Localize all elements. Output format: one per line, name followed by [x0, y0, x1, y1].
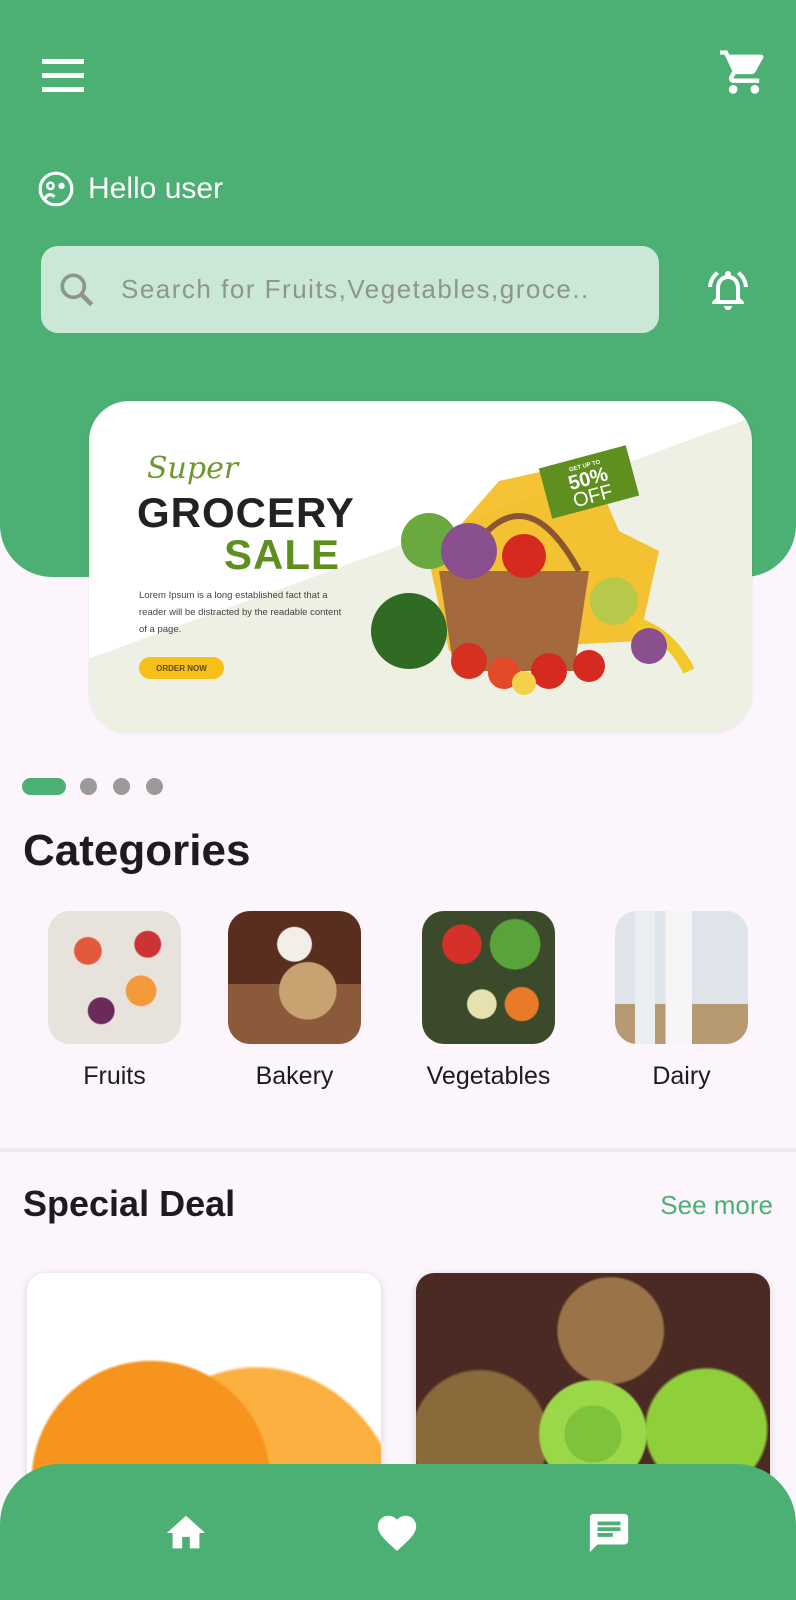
category-label: Dairy	[652, 1062, 711, 1090]
menu-icon[interactable]	[42, 59, 84, 92]
vegetables-image	[422, 911, 555, 1044]
category-label: Fruits	[83, 1062, 146, 1090]
cart-icon[interactable]	[718, 46, 770, 98]
fruits-image	[48, 911, 181, 1044]
category-label: Vegetables	[426, 1062, 551, 1090]
carousel-dot[interactable]	[146, 778, 163, 795]
carousel-dot[interactable]	[80, 778, 97, 795]
see-more-link[interactable]: See more	[660, 1190, 773, 1221]
special-deal-title: Special Deal	[23, 1183, 236, 1224]
banner-grocery: GROCERY	[137, 489, 355, 536]
chat-icon[interactable]	[586, 1510, 632, 1556]
category-vegetables[interactable]: Vegetables	[422, 911, 555, 1091]
carousel-dot[interactable]	[113, 778, 130, 795]
categories-title: Categories	[23, 826, 251, 875]
user-face-icon	[38, 171, 74, 207]
vegetable-basket-image	[371, 461, 695, 695]
order-now-button[interactable]: ORDER NOW	[139, 657, 224, 679]
bottom-nav	[0, 1464, 796, 1600]
category-bakery[interactable]: Bakery	[228, 911, 361, 1091]
category-fruits[interactable]: Fruits	[48, 911, 181, 1091]
search-input[interactable]	[121, 274, 641, 305]
bakery-image	[228, 911, 361, 1044]
greeting-text: Hello user	[88, 172, 224, 205]
notification-bell-icon[interactable]	[704, 266, 752, 314]
search-icon	[60, 273, 94, 306]
home-icon[interactable]	[163, 1510, 209, 1556]
banner-sale: SALE	[224, 531, 341, 578]
dairy-image	[615, 911, 748, 1044]
promo-banner[interactable]: Super GROCERY SALE Lorem Ipsum is a long…	[89, 401, 752, 732]
heart-icon[interactable]	[374, 1510, 420, 1556]
carousel-dot-active[interactable]	[22, 778, 66, 795]
search-bar[interactable]	[41, 246, 659, 333]
greeting: Hello user	[37, 170, 223, 208]
category-label: Bakery	[255, 1062, 334, 1090]
banner-body: Lorem Ipsum is a long established fact t…	[139, 590, 342, 635]
banner-super: Super	[147, 451, 239, 486]
category-dairy[interactable]: Dairy	[615, 911, 748, 1091]
section-divider	[0, 1148, 796, 1152]
